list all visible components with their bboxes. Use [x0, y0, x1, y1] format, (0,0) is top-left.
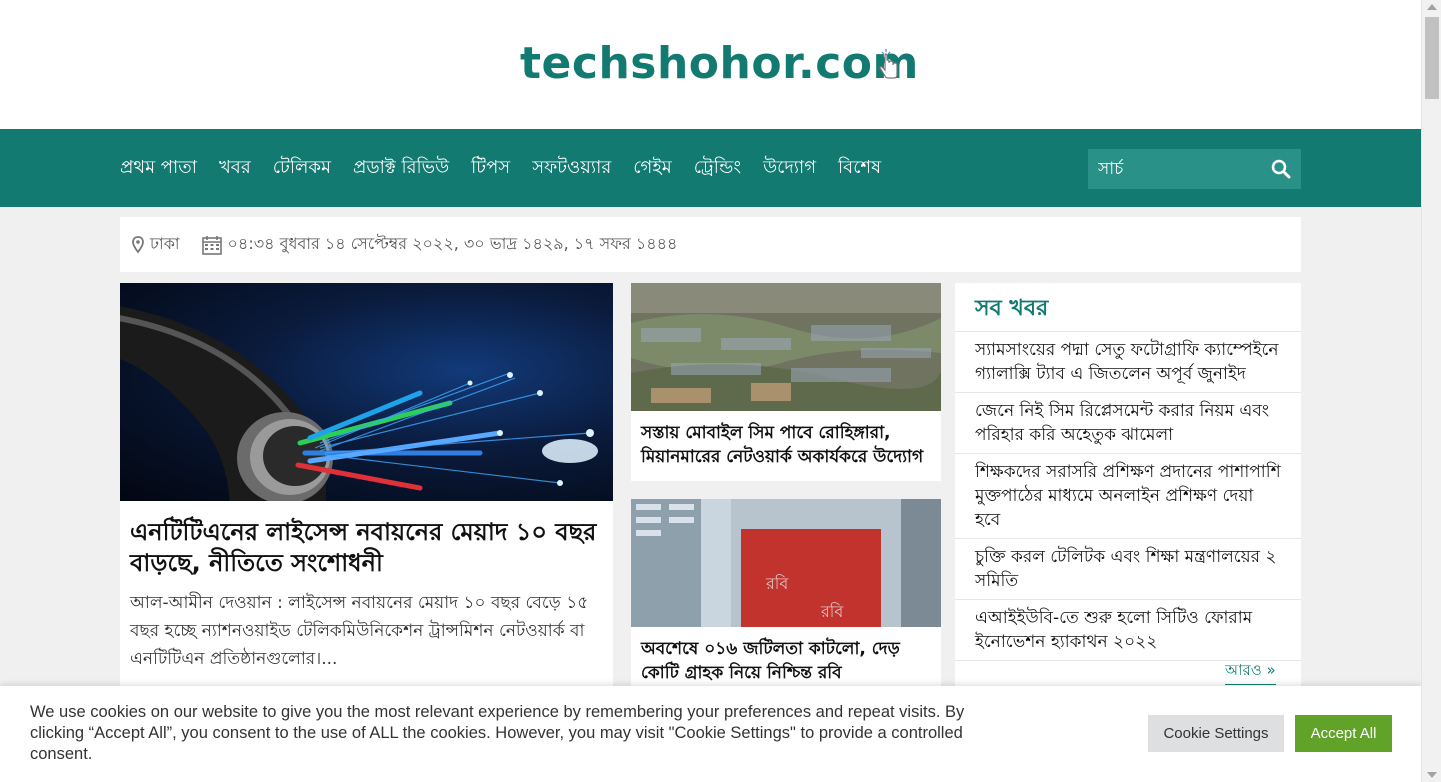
scroll-down-icon[interactable]: [1427, 772, 1437, 778]
lead-article[interactable]: এনটিটিএনের লাইসেন্স নবায়নের মেয়াদ ১০ ব…: [120, 283, 613, 703]
nav-item-2[interactable]: টেলিকম: [273, 153, 331, 184]
date-location-bar: ঢাকা ০৪:৩৪ বুধবার ১৪ সেপ্টেম্বর ২০২২, ৩০…: [120, 217, 1301, 272]
main-navigation: প্রথম পাতা খবর টেলিকম প্রডাক্ট রিভিউ টিপস সফট…: [0, 129, 1421, 207]
all-news-item[interactable]: স্যামসাংয়ের পদ্মা সেতু ফটোগ্রাফি ক্যাম্…: [955, 332, 1301, 393]
cookie-consent-text: We use cookies on our website to give yo…: [30, 703, 965, 763]
nav-item-5[interactable]: সফটওয়্যার: [532, 153, 611, 184]
page-scrollbar[interactable]: [1421, 0, 1441, 782]
site-header: techshohor.com: [0, 0, 1421, 129]
calendar-icon: [201, 235, 222, 255]
all-news-item[interactable]: চুক্তি করল টেলিটক এবং শিক্ষা মন্ত্রণালয়…: [955, 539, 1301, 600]
location-text: ঢাকা: [150, 234, 180, 253]
lead-article-title[interactable]: এনটিটিএনের লাইসেন্স নবায়নের মেয়াদ ১০ ব…: [120, 501, 613, 579]
nav-item-3[interactable]: প্রডাক্ট রিভিউ: [353, 153, 449, 184]
all-news-item[interactable]: জেনে নিই সিম রিপ্লেসমেন্ট করার নিয়ম এবং…: [955, 393, 1301, 454]
all-news-item[interactable]: শিক্ষকদের সরাসরি প্রশিক্ষণ প্রদানের পাশা…: [955, 454, 1301, 539]
page: techshohor.com প্রথম পাতা খবর টেলিকম প্রডাক…: [0, 0, 1421, 782]
all-news-item[interactable]: এআইইউবি-তে শুরু হলো সিটিও ফোরাম ইনোভেশন …: [955, 600, 1301, 661]
more-news-link[interactable]: আরও »: [1225, 659, 1276, 685]
search-input[interactable]: [1088, 159, 1261, 179]
nav-menu: প্রথম পাতা খবর টেলিকম প্রডাক্ট রিভিউ টিপস সফট…: [120, 129, 903, 207]
news-card-2[interactable]: রবি রবি অবশেষে ০১৬ জটিলতা কাটলো, দেড় কোট…: [631, 499, 941, 697]
datetime-text: ০৪:৩৪ বুধবার ১৪ সেপ্টেম্বর ২০২২, ৩০ ভাদ্…: [227, 234, 678, 253]
refugee-camp-aerial-image[interactable]: [631, 283, 941, 411]
lead-article-excerpt: আল-আমীন দেওয়ান : লাইসেন্স নবায়নের মেয়…: [130, 593, 589, 669]
nav-item-7[interactable]: ট্রেন্ডিং: [694, 153, 741, 184]
svg-text:রবি: রবি: [820, 602, 844, 621]
cookie-settings-button[interactable]: Cookie Settings: [1148, 715, 1284, 752]
pointer-hand-icon: [879, 49, 898, 79]
map-pin-icon: [132, 235, 144, 253]
news-card-1-title[interactable]: সস্তায় মোবাইল সিম পাবে রোহিঙ্গারা, মিয়…: [631, 411, 941, 481]
nav-item-6[interactable]: গেইম: [633, 153, 671, 184]
fiber-optic-cable-image[interactable]: [120, 283, 613, 501]
svg-text:রবি: রবি: [765, 574, 789, 593]
robi-building-image[interactable]: রবি রবি: [631, 499, 941, 627]
all-news-panel: সব খবর স্যামসাংয়ের পদ্মা সেতু ফটোগ্রাফি…: [955, 283, 1301, 703]
search-box: [1088, 149, 1301, 189]
nav-item-1[interactable]: খবর: [219, 153, 251, 184]
nav-item-9[interactable]: বিশেষ: [838, 153, 881, 184]
nav-item-8[interactable]: উদ্যোগ: [763, 153, 816, 184]
all-news-heading: সব খবর: [955, 283, 1301, 332]
search-icon: [1271, 159, 1291, 179]
cookie-consent-banner: We use cookies on our website to give yo…: [0, 686, 1421, 782]
nav-item-4[interactable]: টিপস: [471, 153, 510, 184]
news-card-1[interactable]: সস্তায় মোবাইল সিম পাবে রোহিঙ্গারা, মিয়…: [631, 283, 941, 481]
scrollbar-thumb[interactable]: [1425, 17, 1439, 99]
site-logo[interactable]: techshohor.com: [520, 38, 919, 89]
nav-item-0[interactable]: প্রথম পাতা: [120, 153, 197, 184]
search-button[interactable]: [1261, 149, 1301, 189]
accept-all-button[interactable]: Accept All: [1295, 715, 1392, 752]
scroll-up-icon[interactable]: [1427, 4, 1437, 10]
all-news-list: স্যামসাংয়ের পদ্মা সেতু ফটোগ্রাফি ক্যাম্…: [955, 332, 1301, 661]
